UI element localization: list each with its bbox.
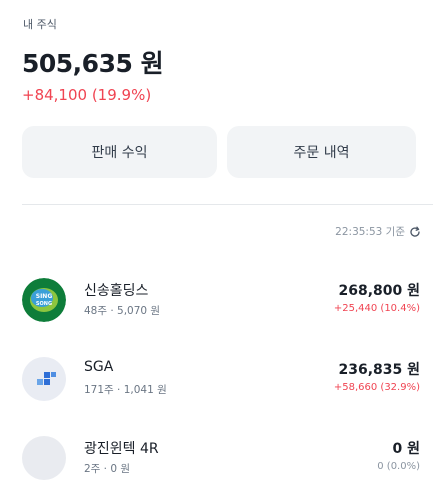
- stock-row-sinsong[interactable]: SING SONG 신송홀딩스 48주 · 5,070 원 268,800 원 …: [0, 278, 433, 332]
- stock-value: 268,800 원: [338, 283, 420, 299]
- sales-profit-button[interactable]: 판매 수익: [22, 126, 217, 178]
- stock-meta: 48주 · 5,070 원: [84, 305, 161, 317]
- placeholder-avatar-icon: [22, 436, 66, 480]
- sinsong-logo-text-bottom: SONG: [36, 301, 52, 307]
- sinsong-logo-icon: SING SONG: [22, 278, 66, 322]
- timestamp-bar: 22:35:53 기준: [335, 224, 421, 239]
- stock-meta: 171주 · 1,041 원: [84, 384, 167, 396]
- total-value: 505,635 원: [22, 49, 164, 78]
- order-history-button[interactable]: 주문 내역: [227, 126, 416, 178]
- refresh-icon[interactable]: [409, 226, 421, 238]
- stock-meta: 2주 · 0 원: [84, 463, 131, 475]
- stock-change: +25,440 (10.4%): [333, 303, 420, 314]
- stock-name: 광진윈텍 4R: [84, 441, 159, 457]
- stock-value: 0 원: [392, 441, 421, 457]
- divider: [22, 204, 433, 205]
- stock-change: 0 (0.0%): [377, 461, 420, 472]
- sinsong-logo-text-top: SING: [36, 293, 53, 300]
- stock-row-sga[interactable]: SGA 171주 · 1,041 원 236,835 원 +58,660 (32…: [0, 357, 433, 411]
- stock-name: SGA: [84, 359, 114, 375]
- total-change: +84,100 (19.9%): [22, 86, 152, 104]
- my-stocks-label: 내 주식: [23, 18, 57, 31]
- stock-value: 236,835 원: [338, 362, 420, 378]
- sga-logo-icon: [22, 357, 66, 401]
- timestamp-text: 22:35:53 기준: [335, 226, 405, 238]
- stock-name: 신송홀딩스: [84, 283, 149, 299]
- stock-change: +58,660 (32.9%): [333, 382, 420, 393]
- stock-row-kwangjin[interactable]: 광진윈텍 4R 2주 · 0 원 0 원 0 (0.0%): [0, 436, 433, 490]
